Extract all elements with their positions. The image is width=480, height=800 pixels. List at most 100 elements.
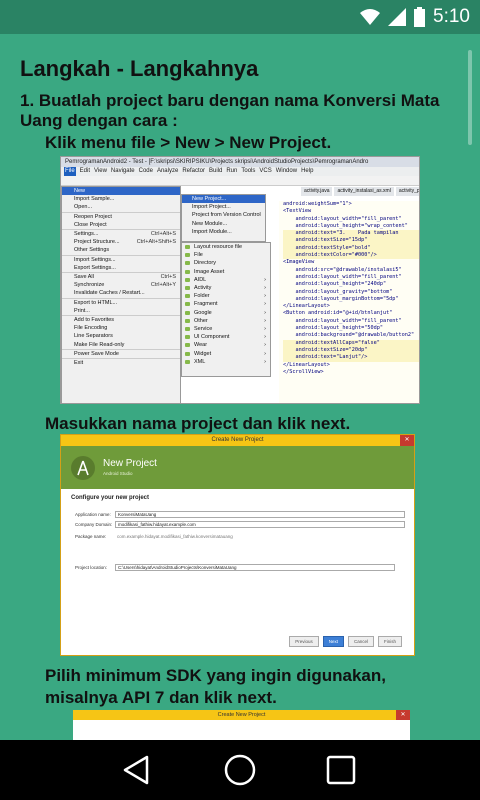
file-menu: New Import Sample... Open... Reopen Project… [61,186,181,403]
file-menu-item-label: Close Project [74,221,107,228]
file-menu-item-label: Synchronize [74,282,105,289]
android-menu-item: Folder [182,292,270,301]
code-editor: android:weightSum="1"> <TextView android:… [279,201,419,403]
ide-menu-analyze: Analyze [156,168,179,174]
dialog-header-title: New Project [103,458,157,469]
android-menu-item: AIDL [182,276,270,284]
back-button[interactable] [119,753,155,787]
file-menu-item-label: Settings... [74,231,99,238]
file-menu-item-label: Make File Read-only [74,341,125,348]
android-menu-item: Directory [182,259,270,267]
ide-tab: activity_prosedur_contoh.xml [395,187,419,196]
instruction-min-sdk-2: misalnya API 7 dan klik next. [45,688,277,707]
tutorial-content[interactable]: Langkah - Langkahnya 1. Buatlah project … [0,34,480,740]
file-menu-item: Import Settings... [62,254,180,264]
status-bar: 5:10 [0,0,480,34]
code-line: android:layout_marginBottom="5dp" [283,295,399,302]
file-menu-item: Project Structure... Ctrl+Alt+Shift+S [62,238,180,246]
file-menu-item-label: Other Settings [74,247,110,254]
code-line: android:textAllCaps="false" [283,339,419,347]
navigation-bar [0,740,480,800]
code-line: android:background="@drawable/button2" [283,332,415,339]
file-menu-item: File Encoding [62,324,180,332]
code-line: android:layout_width="fill_parent" [283,317,402,324]
ide-menu-code: Code [138,168,153,174]
project-location-field: C:\Users\hidayat\AndroidStudioProjects\K… [115,564,395,571]
file-menu-item-label: Export Settings... [74,264,116,271]
new-submenu: New Project... Import Project... Project f… [181,194,266,242]
dialog-title: Create New Project [211,437,264,443]
recents-button[interactable] [323,753,359,787]
ide-menu-tools: Tools [241,168,256,174]
file-menu-item: Other Settings [62,246,180,254]
android-menu-item: Wear [182,341,270,350]
file-menu-item: Print... [62,307,180,315]
min-sdk-dialog-screenshot: Create New Project ✕ [73,710,410,740]
code-line: android:layout_height="240dp" [283,281,387,288]
file-menu-item-shortcut: Ctrl+Alt+S [150,231,176,238]
page-title: Langkah - Langkahnya [20,56,259,81]
ide-menu-view: View [94,168,107,174]
android-menu-item: Widget [182,350,270,358]
file-menu-item: Invalidate Caches / Restart... [62,289,180,297]
file-menu-item-shortcut: Ctrl+Alt+Shift+S [136,239,176,246]
finish-button: Finish [377,636,402,647]
application-name-field: KonversiMataUang [115,511,405,518]
file-menu-item-label: Power Save Mode [74,350,119,357]
code-line: android:layout_height="50dp" [283,325,383,332]
status-time: 5:10 [433,6,470,27]
close-icon: ✕ [400,435,414,446]
previous-button: Previous [289,636,319,647]
android-submenu: Layout resource file File Directory Image A… [181,242,271,377]
ide-tab: activity_instalasi_as.xml [334,187,394,196]
file-menu-item-label: Open... [74,204,93,211]
ide-menu-refactor: Refactor [182,168,205,174]
android-menu-item: UI Component [182,333,270,342]
code-line: android:layout_width="fill_parent" [283,215,402,222]
code-line: android:textColor="#000"/> [283,252,419,260]
file-menu-item: Open... [62,203,180,211]
ide-menu-run: Run [226,168,238,174]
field-label: Project location: [75,565,108,570]
home-button[interactable] [222,753,258,787]
android-menu-item: XML [182,358,270,366]
ide-menu-vcs: VCS [259,168,272,174]
file-menu-item: Reopen Project [62,211,180,221]
new-menu-item: New Module... [192,220,228,227]
file-menu-item: Exit [62,358,180,367]
code-line: android:textSize="15dp" [283,237,419,245]
android-menu-item: Fragment [182,300,270,309]
file-menu-item: New [62,187,180,196]
ide-window-title: PemrogramanAndroid2 - Test - [F:\skripsi… [61,157,419,167]
ide-tabs: activity.java activity_instalasi_as.xml ac… [301,187,419,196]
android-menu-item: Image Asset [182,268,270,276]
close-icon: ✕ [396,710,410,720]
dialog-title-bar: Create New Project ✕ [73,710,410,720]
ide-tab: activity.java [301,187,333,196]
file-menu-item: Export Settings... [62,264,180,272]
file-menu-item-label: Import Settings... [74,256,116,263]
file-menu-item-label: Line Separators [74,333,113,340]
file-menu-item: Make File Read-only [62,341,180,349]
file-menu-item: Add to Favorites [62,315,180,324]
file-menu-item-label: Reopen Project [74,213,112,220]
code-line: </LinearLayout> [283,303,330,310]
code-line: android:weightSum="1"> [283,201,352,207]
ide-menu-navigate: Navigate [110,168,135,174]
file-menu-item: Close Project [62,221,180,229]
file-menu-item-label: Project Structure... [74,239,120,246]
dialog-header: New Project Android Studio [61,446,414,489]
dialog-buttons: Previous Next Cancel Finish [289,636,402,647]
code-line: <ImageView [283,259,315,266]
package-name-value: com.example.hidayat.modifikasi_fathiw.ko… [117,534,233,539]
new-menu-item: Import Project... [192,204,231,211]
ide-menu-window: Window [275,168,298,174]
dialog-title-bar: Create New Project ✕ [61,435,414,446]
next-button: Next [322,636,344,647]
file-menu-item-label: Exit [74,360,84,367]
code-line: android:src="@drawable/instalasi5" [283,266,402,273]
ide-menu-help: Help [301,168,314,174]
file-menu-item-shortcut: Ctrl+S [160,274,176,281]
company-domain-field: modifikasi_fathiw.hidayat.example.com [115,521,405,528]
dialog-header-subtitle: Android Studio [103,471,133,476]
